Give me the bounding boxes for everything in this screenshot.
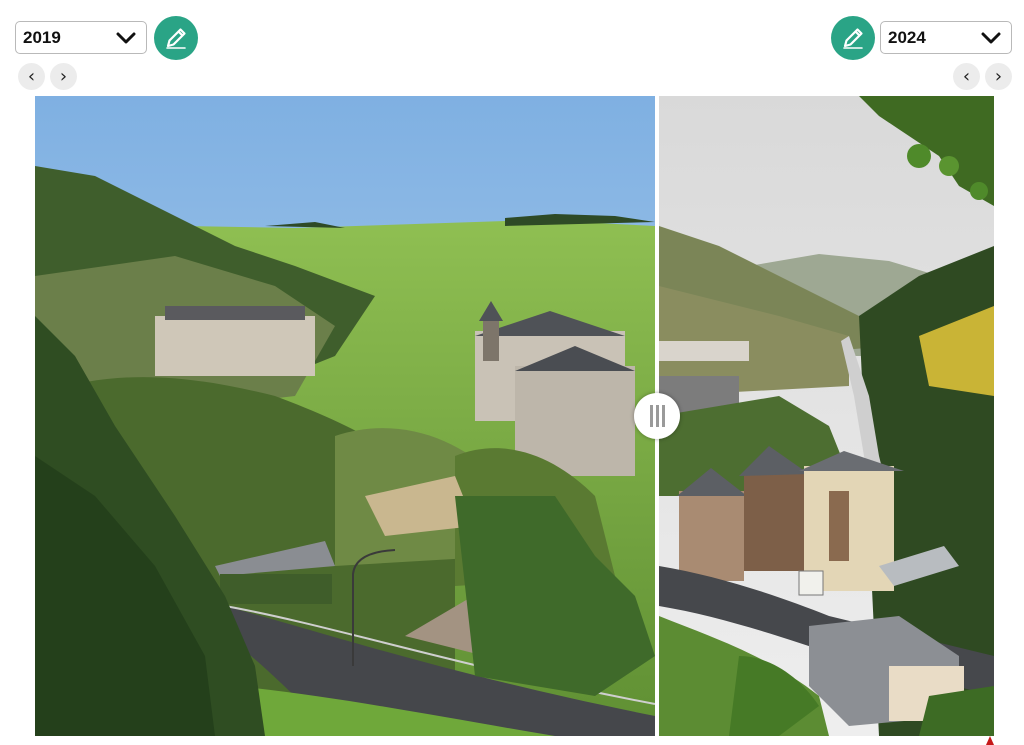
chevron-left-icon: ‹ bbox=[962, 66, 971, 87]
chevron-down-icon bbox=[116, 28, 136, 48]
next-right-button[interactable]: › bbox=[985, 63, 1012, 90]
photo-right bbox=[659, 96, 994, 736]
edit-left-button[interactable] bbox=[154, 16, 198, 60]
next-left-button[interactable]: › bbox=[50, 63, 77, 90]
prev-right-button[interactable]: ‹ bbox=[953, 63, 980, 90]
slider-handle[interactable] bbox=[634, 393, 680, 439]
chevron-down-icon bbox=[981, 28, 1001, 48]
chevron-left-icon: ‹ bbox=[27, 66, 36, 87]
pencil-icon bbox=[840, 25, 866, 51]
chevron-right-icon: › bbox=[59, 66, 68, 87]
chevron-right-icon: › bbox=[994, 66, 1003, 87]
year-select-right-value: 2024 bbox=[888, 27, 926, 47]
corner-marker bbox=[986, 736, 994, 745]
pencil-icon bbox=[163, 25, 189, 51]
year-select-right[interactable]: 2024 bbox=[880, 21, 1012, 54]
edit-right-button[interactable] bbox=[831, 16, 875, 60]
year-select-left-value: 2019 bbox=[23, 27, 61, 47]
prev-left-button[interactable]: ‹ bbox=[18, 63, 45, 90]
year-select-left[interactable]: 2019 bbox=[15, 21, 147, 54]
grip-icon bbox=[649, 405, 665, 427]
comparison-viewer[interactable] bbox=[35, 96, 994, 736]
